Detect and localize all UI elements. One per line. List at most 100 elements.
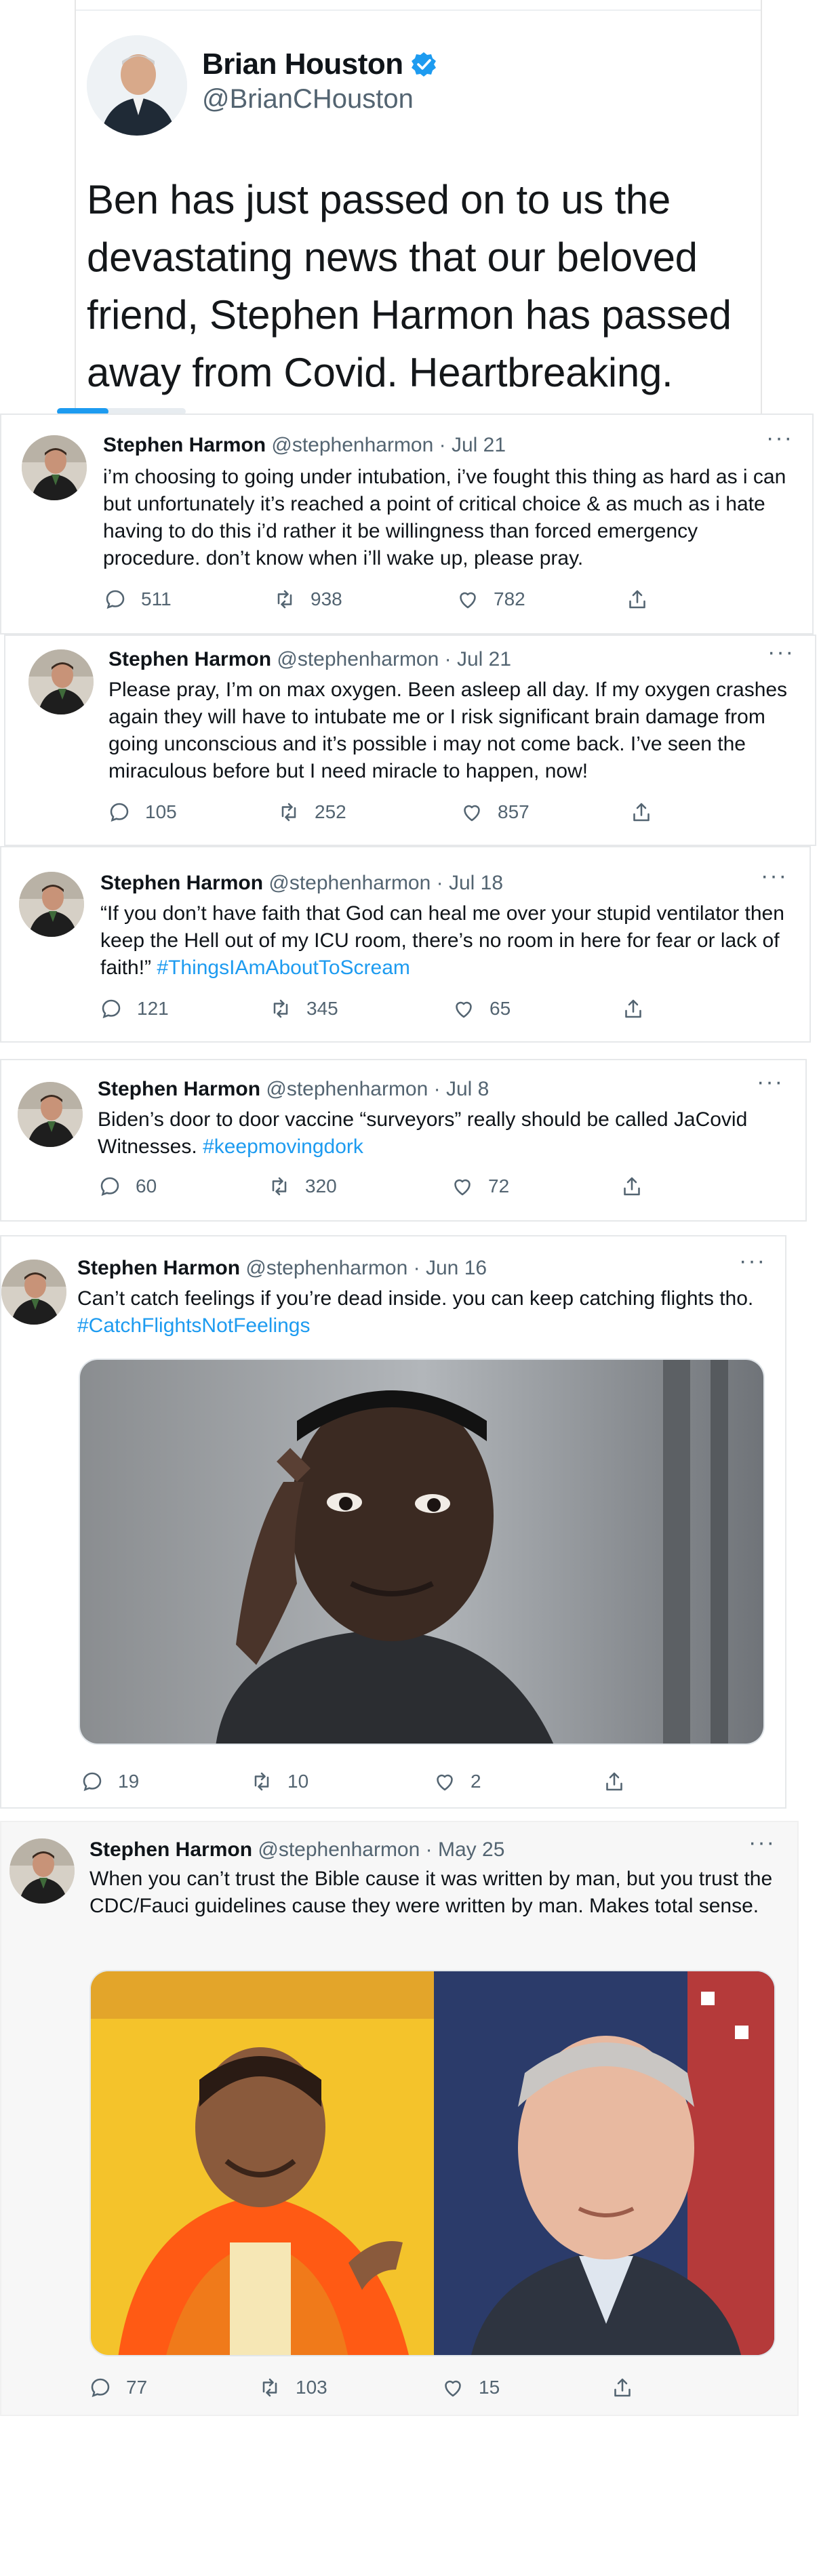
tweet-image[interactable] <box>79 1359 765 1745</box>
retweet-button[interactable]: 938 <box>273 587 456 611</box>
author-name-text: Brian Houston <box>202 47 403 81</box>
reply-button[interactable]: 19 <box>80 1769 249 1794</box>
reply-button[interactable]: 105 <box>107 800 277 824</box>
avatar[interactable] <box>87 35 187 136</box>
tweet-actions: 77 103 15 <box>88 2375 635 2400</box>
hashtag-link[interactable]: #keepmovingdork <box>203 1135 363 1158</box>
more-icon[interactable]: ··· <box>761 864 788 887</box>
like-count: 72 <box>488 1175 510 1196</box>
tweet[interactable]: Stephen Harmon @stephenharmon · Jul 21 ·… <box>4 635 816 846</box>
more-icon[interactable]: ··· <box>739 1249 766 1272</box>
like-button[interactable]: 782 <box>456 587 625 611</box>
share-icon <box>633 803 650 822</box>
author-name[interactable]: Stephen Harmon <box>89 1838 252 1861</box>
retweet-count: 10 <box>287 1771 309 1792</box>
share-button[interactable] <box>621 997 645 1021</box>
reply-button[interactable]: 60 <box>98 1174 267 1199</box>
retweet-count: 938 <box>311 588 342 609</box>
retweet-count: 103 <box>296 2377 327 2398</box>
avatar[interactable] <box>19 872 84 937</box>
separator: · <box>425 1838 433 1861</box>
more-icon[interactable]: ··· <box>748 1831 776 1854</box>
like-button[interactable]: 15 <box>441 2375 610 2400</box>
like-button[interactable]: 857 <box>460 800 629 824</box>
like-button[interactable]: 65 <box>452 997 621 1021</box>
separator: · <box>436 872 443 894</box>
tweet[interactable]: Stephen Harmon @stephenharmon · Jun 16 ·… <box>0 1235 786 1809</box>
reply-icon <box>100 1177 119 1196</box>
meme-photo <box>91 1971 774 2355</box>
tweet-date[interactable]: Jul 18 <box>449 872 503 894</box>
more-icon[interactable]: ··· <box>766 426 793 449</box>
reply-count: 121 <box>137 998 169 1019</box>
retweet-button[interactable]: 10 <box>249 1769 433 1794</box>
author-handle[interactable]: @stephenharmon <box>258 1838 420 1861</box>
more-icon[interactable]: ··· <box>757 1070 784 1093</box>
share-button[interactable] <box>629 800 654 824</box>
retweet-button[interactable]: 103 <box>258 2375 441 2400</box>
verified-badge-icon <box>411 52 436 77</box>
separator: · <box>439 434 446 456</box>
tweet-date[interactable]: Jul 21 <box>452 434 506 456</box>
reply-button[interactable]: 121 <box>99 997 268 1021</box>
retweet-icon <box>277 590 292 609</box>
tweet[interactable]: Stephen Harmon @stephenharmon · Jul 21 ·… <box>0 414 814 635</box>
tweet-header: Stephen Harmon @stephenharmon · Jul 8 <box>98 1078 489 1101</box>
reply-count: 19 <box>118 1771 140 1792</box>
tweet[interactable]: Stephen Harmon @stephenharmon · May 25 ·… <box>0 1821 799 2416</box>
tweet-actions: 60 320 72 <box>98 1174 644 1199</box>
author-name[interactable]: Stephen Harmon <box>98 1078 260 1100</box>
avatar[interactable] <box>1 1260 66 1325</box>
share-button[interactable] <box>602 1769 626 1794</box>
tweet-date[interactable]: May 25 <box>438 1838 504 1861</box>
author-name[interactable]: Stephen Harmon <box>103 434 266 456</box>
author-name[interactable]: Stephen Harmon <box>77 1257 240 1279</box>
author-name[interactable]: Stephen Harmon <box>108 648 271 670</box>
retweet-button[interactable]: 252 <box>277 800 460 824</box>
heart-icon <box>437 1774 453 1791</box>
more-icon[interactable]: ··· <box>767 641 795 664</box>
avatar[interactable] <box>22 435 87 500</box>
hashtag-link[interactable]: #CatchFlightsNotFeelings <box>77 1314 311 1337</box>
tweet[interactable]: Stephen Harmon @stephenharmon · Jul 8 ··… <box>0 1059 807 1222</box>
tweet-header: Stephen Harmon @stephenharmon · Jul 18 <box>100 872 503 895</box>
retweet-icon <box>273 999 288 1018</box>
share-button[interactable] <box>625 587 650 611</box>
avatar[interactable] <box>28 649 94 715</box>
tweet-text-body: Can’t catch feelings if you’re dead insi… <box>77 1287 754 1310</box>
tweet-text: When you can’t trust the Bible cause it … <box>89 1868 773 1917</box>
reply-button[interactable]: 77 <box>88 2375 258 2400</box>
tweet-date[interactable]: Jul 21 <box>457 648 511 670</box>
author-name[interactable]: Stephen Harmon <box>100 872 263 894</box>
retweet-count: 345 <box>306 998 338 1019</box>
like-count: 782 <box>494 588 525 609</box>
tweet-date[interactable]: Jun 16 <box>426 1257 487 1279</box>
like-button[interactable]: 72 <box>450 1174 620 1199</box>
share-button[interactable] <box>620 1174 644 1199</box>
author-name[interactable]: Brian Houston <box>202 47 437 81</box>
reply-count: 60 <box>136 1175 157 1196</box>
retweet-icon <box>254 1772 269 1791</box>
like-count: 2 <box>471 1771 481 1792</box>
tweet-image[interactable] <box>89 1970 776 2356</box>
quoted-tweet-card[interactable]: Brian Houston @BrianCHouston Ben has jus… <box>75 0 762 415</box>
separator: · <box>413 1257 420 1279</box>
hashtag-link[interactable]: #ThingsIAmAboutToScream <box>157 957 410 979</box>
author-handle[interactable]: @stephenharmon <box>245 1257 407 1279</box>
author-handle[interactable]: @stephenharmon <box>266 1078 428 1100</box>
heart-icon <box>460 592 476 609</box>
tweet-header: Stephen Harmon @stephenharmon · Jul 21 <box>108 648 511 671</box>
author-handle[interactable]: @stephenharmon <box>268 872 431 894</box>
avatar[interactable] <box>18 1082 83 1147</box>
reply-button[interactable]: 511 <box>103 587 273 611</box>
tweet[interactable]: Stephen Harmon @stephenharmon · Jul 18 ·… <box>0 846 811 1043</box>
like-button[interactable]: 2 <box>433 1769 602 1794</box>
author-handle[interactable]: @stephenharmon <box>277 648 439 670</box>
tweet-date[interactable]: Jul 8 <box>446 1078 489 1100</box>
retweet-button[interactable]: 345 <box>268 997 452 1021</box>
share-button[interactable] <box>610 2375 635 2400</box>
retweet-button[interactable]: 320 <box>267 1174 450 1199</box>
avatar[interactable] <box>9 1838 75 1904</box>
author-handle[interactable]: @BrianCHouston <box>202 84 414 115</box>
author-handle[interactable]: @stephenharmon <box>271 434 433 456</box>
